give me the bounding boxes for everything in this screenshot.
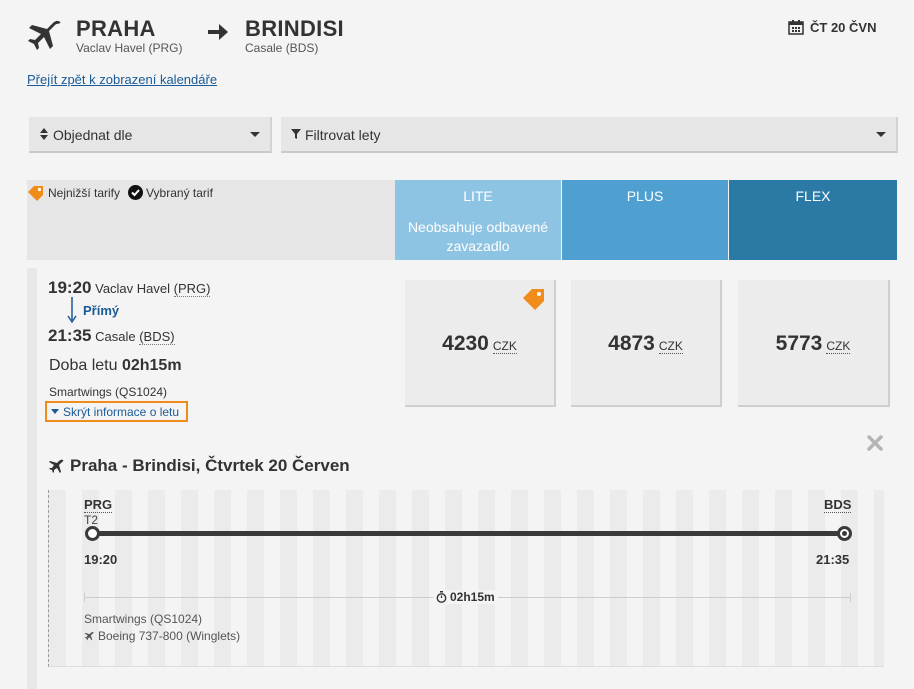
plane-icon (28, 20, 61, 50)
timeline-duration-value: 02h15m (450, 590, 495, 604)
timeline-carrier: Smartwings (QS1024) (84, 612, 203, 626)
arrow-right-icon (208, 24, 228, 40)
carrier-info: Smartwings (QS1024) (49, 385, 168, 399)
flight-duration: Doba letu 02h15m (49, 357, 182, 375)
destination-city-name: BRINDISI (245, 16, 344, 41)
fare-header-plus[interactable]: PLUS (562, 180, 728, 260)
calendar-icon (788, 20, 804, 35)
fare-name: LITE (463, 188, 493, 204)
timeline-duration: 02h15m (433, 590, 498, 604)
flight-detail-title: Praha - Brindisi, Čtvrtek 20 Červen (48, 456, 350, 476)
arrow-down-icon (67, 297, 77, 323)
price-amount: 5773 (775, 332, 823, 355)
price-value: 4230 CZK (405, 332, 554, 356)
back-to-calendar-link[interactable]: Přejít zpět k zobrazení kalendáře (27, 72, 217, 87)
fare-legend: Nejnižší tarify Vybraný tarif (27, 180, 395, 260)
filter-icon (291, 129, 301, 139)
timeline-arrival-time: 21:35 (816, 552, 850, 567)
destination-city: BRINDISI Casale (BDS) (245, 16, 344, 56)
timeline-aircraft: Boeing 737-800 (Winglets) (84, 629, 240, 643)
origin-city: PRAHA Vaclav Havel (PRG) (76, 16, 183, 56)
sort-label: Objednat dle (53, 127, 133, 143)
duration-value: 02h15m (121, 357, 182, 374)
destination-airport: Casale (BDS) (245, 41, 319, 55)
departure-time: 19:20 (48, 278, 92, 297)
date-label: ČT 20 ČVN (810, 19, 877, 35)
departure-airport: Vaclav Havel (95, 281, 171, 296)
sort-dropdown[interactable]: Objednat dle (29, 117, 272, 153)
fare-name: PLUS (626, 188, 664, 204)
price-tag-icon (523, 289, 544, 310)
price-currency: CZK (492, 339, 517, 354)
origin-airport: Vaclav Havel (PRG) (76, 41, 183, 55)
close-icon[interactable] (866, 434, 884, 452)
timeline-start-dot (85, 526, 100, 541)
arrival-line: 21:35 Casale (BDS) (48, 326, 175, 346)
legend-lowest: Nejnižší tarify (27, 185, 120, 201)
price-amount: 4873 (608, 332, 655, 355)
price-card-flex[interactable]: 5773 CZK (738, 280, 890, 407)
fare-header-lite[interactable]: LITE Neobsahuje odbavené zavazadlo (395, 180, 561, 260)
plane-icon (84, 631, 94, 641)
sort-icon (40, 128, 48, 140)
legend-selected-label: Vybraný tarif (146, 185, 213, 200)
price-amount: 4230 (442, 332, 489, 355)
fare-header-flex[interactable]: FLEX (729, 180, 897, 260)
fare-name: FLEX (795, 188, 831, 204)
duration-label: Doba letu (49, 357, 118, 374)
arrival-time: 21:35 (48, 326, 92, 345)
fare-description: Neobsahuje odbavené zavazadlo (407, 219, 549, 254)
departure-code: (PRG) (173, 281, 211, 297)
detail-title-text: Praha - Brindisi, Čtvrtek 20 Červen (70, 456, 350, 475)
timeline-departure-time: 19:20 (84, 552, 118, 567)
price-card-plus[interactable]: 4873 CZK (571, 280, 722, 407)
stopwatch-icon (436, 591, 447, 603)
price-value: 4873 CZK (571, 332, 720, 356)
timeline-track (90, 531, 851, 536)
direct-flight: Přímý (67, 297, 119, 323)
departure-line: 19:20 Vaclav Havel (PRG) (48, 278, 211, 298)
price-currency: CZK (658, 339, 683, 354)
origin-code: PRG (84, 497, 113, 513)
plane-icon (49, 459, 64, 473)
origin-city-name: PRAHA (76, 16, 156, 41)
check-circle-icon (128, 185, 143, 200)
legend-selected: Vybraný tarif (128, 185, 213, 200)
destination-code: BDS (824, 497, 852, 513)
flight-timeline: PRG T2 BDS 19:20 21:35 02h15m Smartwings… (48, 490, 884, 667)
flight-row-strip (27, 268, 37, 689)
price-card-lite[interactable]: 4230 CZK (405, 280, 556, 407)
flight-date[interactable]: ČT 20 ČVN (788, 19, 876, 35)
direct-label: Přímý (83, 302, 120, 318)
chevron-down-icon (876, 132, 886, 137)
filter-dropdown[interactable]: Filtrovat lety (281, 117, 898, 153)
hide-flight-info-label: Skrýt informace o letu (63, 405, 180, 419)
hide-flight-info-button[interactable]: Skrýt informace o letu (45, 401, 188, 422)
price-currency: CZK (826, 339, 851, 354)
price-tag-icon (28, 186, 43, 201)
filter-label: Filtrovat lety (305, 127, 381, 143)
timeline-end-dot (837, 526, 852, 541)
origin-terminal: T2 (84, 513, 99, 527)
chevron-down-icon (250, 132, 260, 137)
aircraft-type: Boeing 737-800 (Winglets) (98, 629, 241, 643)
caret-down-icon (51, 409, 59, 414)
arrival-code: (BDS) (139, 329, 175, 345)
price-value: 5773 CZK (738, 332, 888, 356)
arrival-airport: Casale (95, 329, 136, 344)
legend-lowest-label: Nejnižší tarify (48, 186, 121, 200)
